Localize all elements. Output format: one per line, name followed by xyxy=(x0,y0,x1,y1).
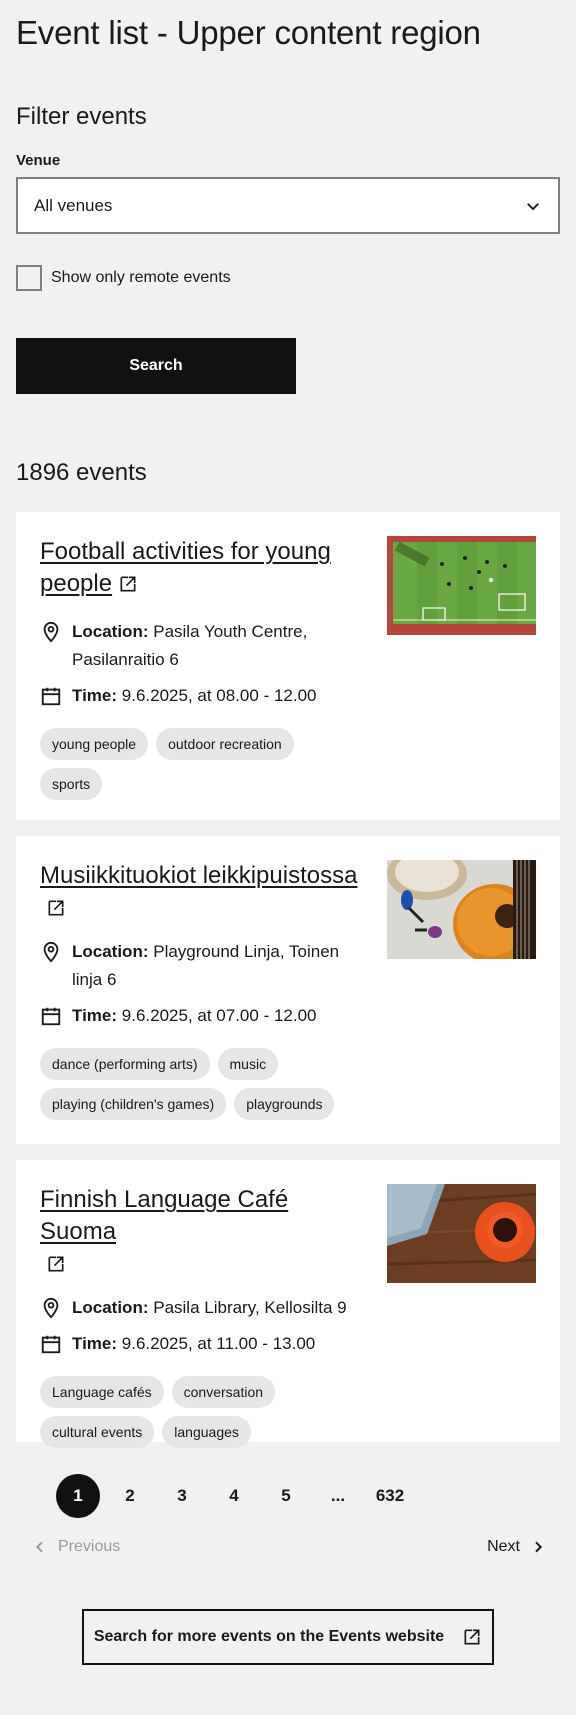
page-button-current[interactable]: 1 xyxy=(56,1474,100,1518)
event-tag[interactable]: young people xyxy=(40,728,149,760)
event-card: Football activities for young people Loc… xyxy=(16,512,560,820)
event-tags: dance (performing arts) music playing (c… xyxy=(40,1048,360,1120)
location-pin-icon xyxy=(43,621,59,643)
time-value: 9.6.2025, at 07.00 - 12.00 xyxy=(121,1006,317,1025)
page: Event list - Upper content region Filter… xyxy=(0,0,576,1715)
event-title-link[interactable]: Football activities for young people xyxy=(40,538,331,597)
time-value: 9.6.2025, at 11.00 - 13.00 xyxy=(121,1334,316,1353)
event-tags: Language cafés conversation cultural eve… xyxy=(40,1376,360,1448)
event-image-cafe xyxy=(387,1184,536,1283)
event-location: Location: Playground Linja, Toinen linja… xyxy=(40,938,360,994)
event-tag[interactable]: conversation xyxy=(171,1376,276,1408)
time-value: 9.6.2025, at 08.00 - 12.00 xyxy=(121,686,317,705)
event-location: Location: Pasila Library, Kellosilta 9 xyxy=(40,1294,360,1322)
page-button[interactable]: 5 xyxy=(264,1474,308,1518)
venue-label: Venue xyxy=(16,152,61,169)
page-button[interactable]: 2 xyxy=(108,1474,152,1518)
next-page-link[interactable]: Next xyxy=(487,1538,546,1556)
previous-label: Previous xyxy=(58,1538,121,1555)
search-button[interactable]: Search xyxy=(16,338,296,394)
event-card: Finnish Language Café Suoma Location: Pa… xyxy=(16,1160,560,1448)
more-events-button[interactable]: Search for more events on the Events web… xyxy=(82,1609,494,1665)
event-tag[interactable]: sports xyxy=(40,768,103,800)
time-key: Time: xyxy=(72,686,118,705)
time-key: Time: xyxy=(72,1334,118,1353)
calendar-icon xyxy=(41,687,61,706)
time-key: Time: xyxy=(72,1006,118,1025)
location-pin-icon xyxy=(43,1297,59,1319)
event-image-football xyxy=(387,536,536,635)
page-ellipsis: ... xyxy=(330,1486,346,1505)
event-tag[interactable]: outdoor recreation xyxy=(156,728,294,760)
event-title-link[interactable]: Finnish Language Café Suoma xyxy=(40,1186,288,1245)
event-time: Time: 9.6.2025, at 07.00 - 12.00 xyxy=(40,1002,360,1030)
venue-select-value: All venues xyxy=(34,195,113,215)
page-button[interactable]: 3 xyxy=(160,1474,204,1518)
calendar-icon xyxy=(41,1007,61,1026)
page-button[interactable]: 4 xyxy=(212,1474,256,1518)
location-key: Location: xyxy=(72,622,149,641)
page-title: Event list - Upper content region xyxy=(16,14,481,51)
previous-page-link: Previous xyxy=(32,1538,120,1556)
event-tags: young people outdoor recreation sports xyxy=(40,728,360,800)
event-title-wrap: Musiikkituokiot leikkipuistossa xyxy=(40,860,360,920)
external-link-icon xyxy=(48,1256,64,1272)
venue-select[interactable]: All venues xyxy=(16,177,560,234)
external-link-icon xyxy=(464,1629,480,1645)
location-key: Location: xyxy=(72,1298,149,1317)
event-title-link[interactable]: Musiikkituokiot leikkipuistossa xyxy=(40,862,357,889)
next-label: Next xyxy=(487,1538,520,1555)
chevron-left-icon xyxy=(35,1541,43,1553)
event-tag[interactable]: playgrounds xyxy=(234,1088,335,1120)
remote-events-checkbox[interactable] xyxy=(16,265,42,291)
more-events-label: Search for more events on the Events web… xyxy=(93,1628,445,1645)
event-tag[interactable]: music xyxy=(217,1048,279,1080)
event-tag[interactable]: Language cafés xyxy=(40,1376,164,1408)
event-time: Time: 9.6.2025, at 11.00 - 13.00 xyxy=(40,1330,360,1358)
event-location: Location: Pasila Youth Centre, Pasilanra… xyxy=(40,618,360,674)
event-tag[interactable]: languages xyxy=(162,1416,251,1448)
calendar-icon xyxy=(41,1335,61,1354)
event-tag[interactable]: dance (performing arts) xyxy=(40,1048,210,1080)
remote-events-label: Show only remote events xyxy=(51,269,231,286)
event-count: 1896 events xyxy=(16,459,147,486)
chevron-down-icon xyxy=(527,203,539,211)
event-time: Time: 9.6.2025, at 08.00 - 12.00 xyxy=(40,682,360,710)
filter-heading: Filter events xyxy=(16,103,147,130)
location-value: Pasila Library, Kellosilta 9 xyxy=(153,1298,347,1317)
event-tag[interactable]: cultural events xyxy=(40,1416,155,1448)
page-button-last[interactable]: 632 xyxy=(368,1486,412,1506)
location-pin-icon xyxy=(43,941,59,963)
chevron-right-icon xyxy=(535,1541,543,1553)
event-title-wrap: Football activities for young people xyxy=(40,536,360,600)
event-image-music xyxy=(387,860,536,959)
location-key: Location: xyxy=(72,942,149,961)
external-link-icon xyxy=(48,900,64,916)
pagination: 1 2 3 4 5 ... 632 xyxy=(56,1474,412,1518)
external-link-icon xyxy=(120,576,136,592)
remote-events-toggle[interactable]: Show only remote events xyxy=(16,265,231,291)
event-tag[interactable]: playing (children's games) xyxy=(40,1088,227,1120)
event-title-wrap: Finnish Language Café Suoma xyxy=(40,1184,360,1276)
event-card: Musiikkituokiot leikkipuistossa Location… xyxy=(16,836,560,1144)
